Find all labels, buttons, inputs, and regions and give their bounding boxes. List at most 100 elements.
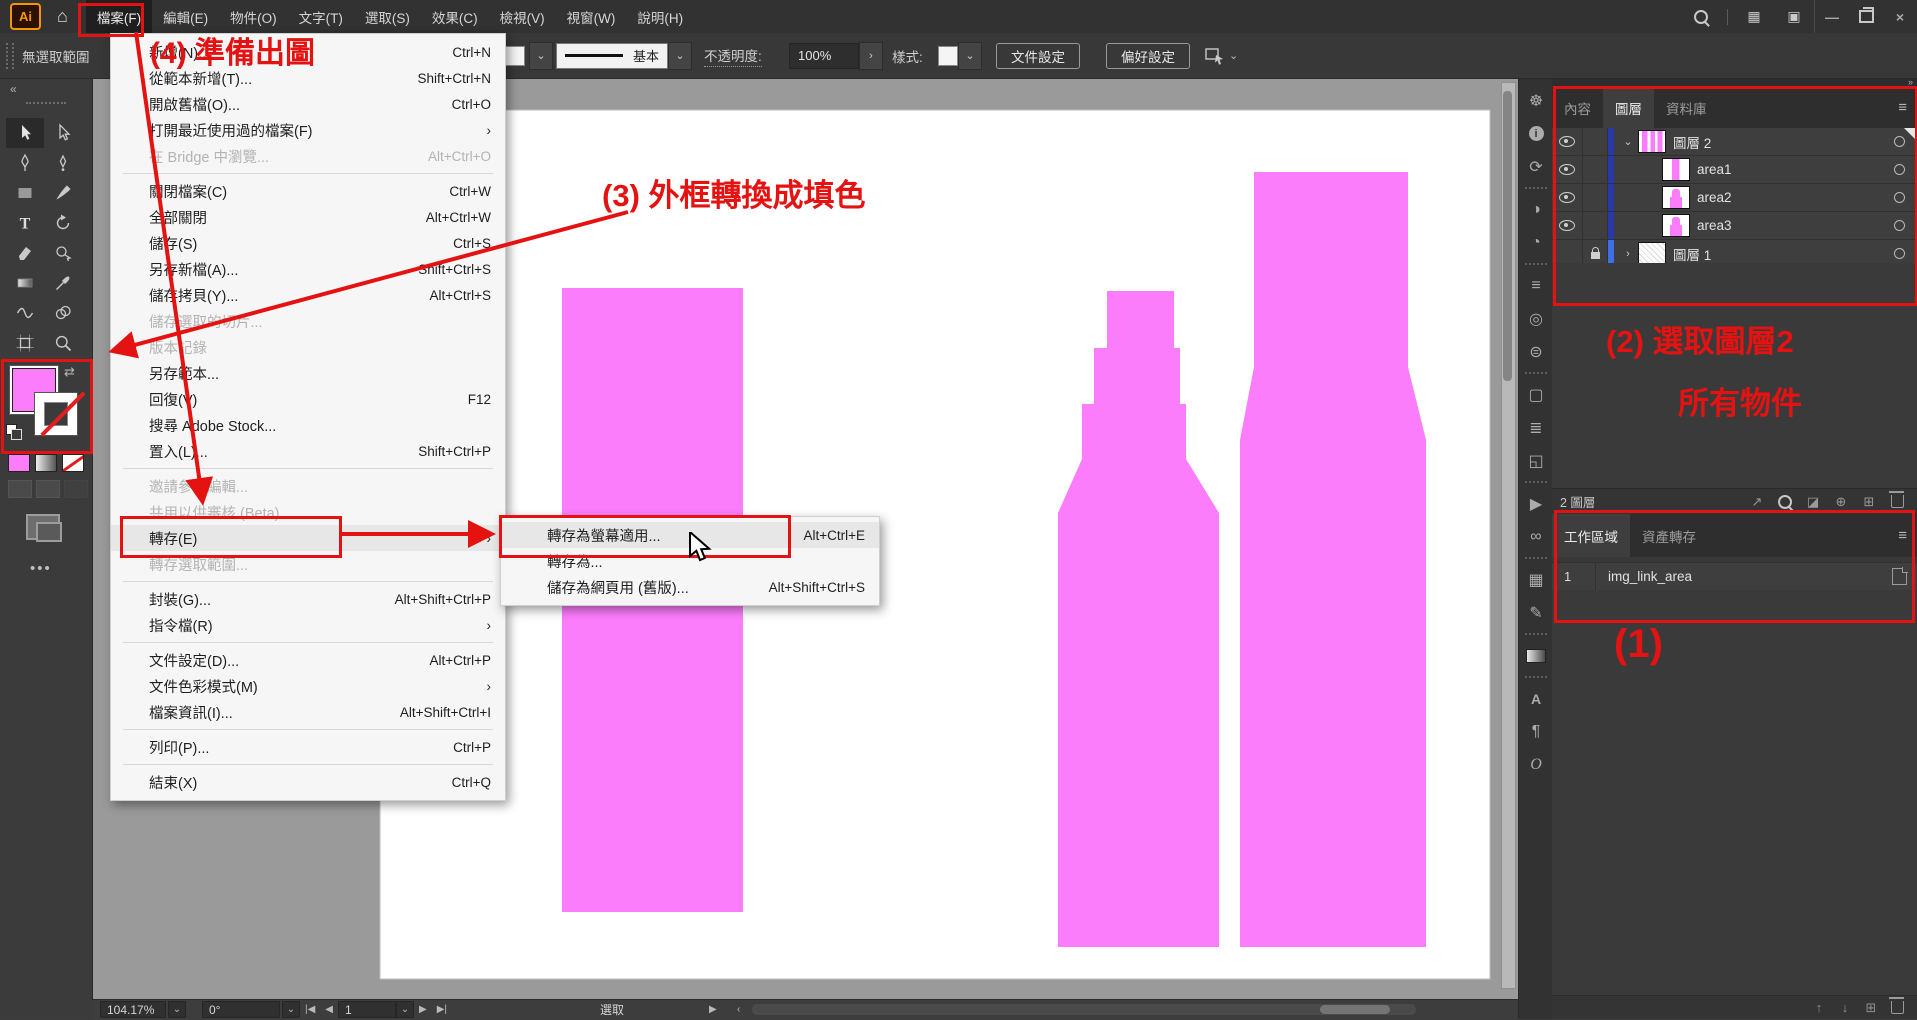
lock-toggle[interactable] (1583, 156, 1608, 183)
clipping-mask-icon[interactable]: ◪ (1801, 492, 1825, 512)
menu-item[interactable]: 全部關閉Alt+Ctrl+W (111, 204, 505, 230)
swatches-icon[interactable]: ▦ (1519, 563, 1553, 596)
play-icon[interactable]: ▶ (709, 1004, 717, 1015)
new-artboard-icon[interactable]: ⊞ (1861, 999, 1881, 1017)
new-layer-icon[interactable]: ⊞ (1857, 492, 1881, 512)
color-button[interactable] (8, 454, 30, 472)
search-icon[interactable] (1681, 0, 1721, 33)
menu-item[interactable]: 轉存為螢幕適用...Alt+Ctrl+E (501, 522, 879, 548)
layer-name[interactable]: 圖層 1 (1673, 244, 1711, 264)
menu-item[interactable]: 置入(L)...Shift+Ctrl+P (111, 438, 505, 464)
links-icon[interactable]: ∞ (1519, 520, 1553, 553)
delete-artboard-icon[interactable] (1887, 999, 1907, 1017)
artboard-page-icon[interactable] (1892, 568, 1907, 585)
artboard-row[interactable]: 1img_link_area (1552, 562, 1917, 591)
artboards-tab[interactable]: 資產轉存 (1630, 514, 1708, 557)
layer-name[interactable]: area1 (1697, 162, 1732, 177)
artwork-shape[interactable] (1240, 172, 1426, 947)
align-icon[interactable]: ≣ (1519, 411, 1553, 444)
zoom-tool[interactable] (44, 328, 82, 358)
menubar-item[interactable]: 編輯(E) (152, 0, 219, 33)
menu-item[interactable]: 打開最近使用過的檔案(F)› (111, 117, 505, 143)
layer-thumbnail[interactable] (1638, 242, 1666, 265)
brushes-icon[interactable]: ✎ (1519, 596, 1553, 629)
move-down-icon[interactable]: ↓ (1835, 999, 1855, 1017)
layer-name[interactable]: area3 (1697, 218, 1732, 233)
layer-thumbnail[interactable] (1662, 186, 1690, 209)
zoom-level-field[interactable]: 104.17% (100, 1001, 166, 1018)
layers-tab[interactable]: 圖層 (1603, 86, 1654, 129)
stroke-color-swatch[interactable] (34, 392, 78, 436)
menubar-item[interactable]: 檔案(F) (86, 0, 152, 33)
chevron-down-icon[interactable]: ⌄ (396, 1001, 414, 1018)
swatch-dropdown[interactable] (505, 46, 525, 66)
layer-row[interactable]: area3 (1552, 212, 1917, 240)
selection-tool[interactable] (6, 118, 44, 148)
menubar-item[interactable]: 文字(T) (288, 0, 354, 33)
eraser-tool[interactable] (6, 238, 44, 268)
minimize-button[interactable]: — (1815, 0, 1849, 33)
new-sublayer-icon[interactable]: ⊕ (1829, 492, 1853, 512)
last-artboard-icon[interactable]: ▶| (437, 1004, 447, 1015)
visibility-toggle[interactable] (1552, 184, 1583, 211)
swap-fill-stroke-icon[interactable]: ⇄ (64, 364, 75, 380)
flattener-preview-icon[interactable]: ⊜ (1519, 335, 1553, 368)
menu-item[interactable]: 轉存(E)› (111, 525, 505, 551)
chevron-down-icon[interactable]: ⌄ (958, 42, 982, 70)
vertical-scrollbar-thumb[interactable] (1503, 91, 1512, 381)
menu-item[interactable]: 儲存拷貝(Y)...Alt+Ctrl+S (111, 282, 505, 308)
chevron-down-icon[interactable]: ⌄ (529, 42, 553, 70)
lock-toggle[interactable] (1583, 212, 1608, 239)
document-setup-button[interactable]: 文件設定 (996, 43, 1080, 69)
version-history-icon[interactable]: ⟳ (1519, 150, 1553, 183)
layers-tab[interactable]: 資料庫 (1654, 86, 1719, 129)
draw-behind-icon[interactable] (36, 480, 60, 498)
menubar-item[interactable]: 視窗(W) (556, 0, 627, 33)
delete-selection-icon[interactable] (1885, 492, 1909, 512)
home-icon[interactable]: ⌂ (57, 6, 68, 27)
gradient-tool[interactable] (6, 268, 44, 298)
expand-chevron-icon[interactable]: ⌄ (1618, 135, 1638, 148)
shaper-tool[interactable] (44, 238, 82, 268)
layers-tab[interactable]: 內容 (1552, 86, 1603, 129)
menubar-item[interactable]: 選取(S) (354, 0, 421, 33)
artboard-name[interactable]: img_link_area (1596, 569, 1692, 584)
menu-item[interactable]: 儲存(S)Ctrl+S (111, 230, 505, 256)
menu-item[interactable]: 檔案資訊(I)...Alt+Shift+Ctrl+I (111, 699, 505, 725)
opacity-label[interactable]: 不透明度: (704, 45, 762, 67)
actions-icon[interactable]: ▶ (1519, 487, 1553, 520)
artboards-icon[interactable]: ▢ (1519, 378, 1553, 411)
none-button[interactable] (62, 454, 84, 472)
panel-grip[interactable] (26, 102, 66, 104)
default-fill-stroke-icon[interactable] (6, 424, 22, 440)
expand-chevron-icon[interactable]: › (1618, 248, 1638, 260)
layer-name[interactable]: 圖層 2 (1673, 132, 1711, 152)
visibility-toggle[interactable] (1552, 156, 1583, 183)
drag-handle[interactable] (6, 43, 14, 69)
chevron-down-icon[interactable]: ⌄ (1229, 49, 1238, 62)
opacity-more-button[interactable]: › (859, 42, 883, 70)
menu-item[interactable]: 從範本新增(T)...Shift+Ctrl+N (111, 65, 505, 91)
dock-header[interactable]: » (1552, 78, 1917, 86)
character-icon[interactable]: A (1519, 682, 1553, 715)
chevron-down-icon[interactable]: ⌄ (168, 1001, 186, 1018)
target-circle-icon[interactable] (1894, 164, 1905, 175)
layer-name[interactable]: area2 (1697, 190, 1732, 205)
menu-item[interactable]: 封裝(G)...Alt+Shift+Ctrl+P (111, 586, 505, 612)
menu-item[interactable]: 開啟舊檔(O)...Ctrl+O (111, 91, 505, 117)
visibility-toggle[interactable] (1552, 128, 1583, 155)
properties-icon[interactable]: ☸ (1519, 84, 1553, 117)
layer-row[interactable]: area1 (1552, 156, 1917, 184)
menu-item[interactable]: 搜尋 Adobe Stock... (111, 412, 505, 438)
chevron-down-icon[interactable]: ⌄ (282, 1001, 300, 1018)
pathfinder-icon[interactable]: ◱ (1519, 444, 1553, 477)
locate-object-icon[interactable] (1773, 492, 1797, 512)
chevron-left-icon[interactable]: ‹ (737, 1004, 740, 1015)
chevron-down-icon[interactable]: ⌄ (668, 42, 692, 70)
screen-mode-icon[interactable] (26, 514, 60, 540)
rotation-field[interactable]: 0° (202, 1001, 280, 1018)
close-button[interactable]: × (1883, 0, 1917, 33)
layer-row[interactable]: area2 (1552, 184, 1917, 212)
target-circle-icon[interactable] (1894, 192, 1905, 203)
collapse-panel-icon[interactable]: « (10, 82, 17, 96)
